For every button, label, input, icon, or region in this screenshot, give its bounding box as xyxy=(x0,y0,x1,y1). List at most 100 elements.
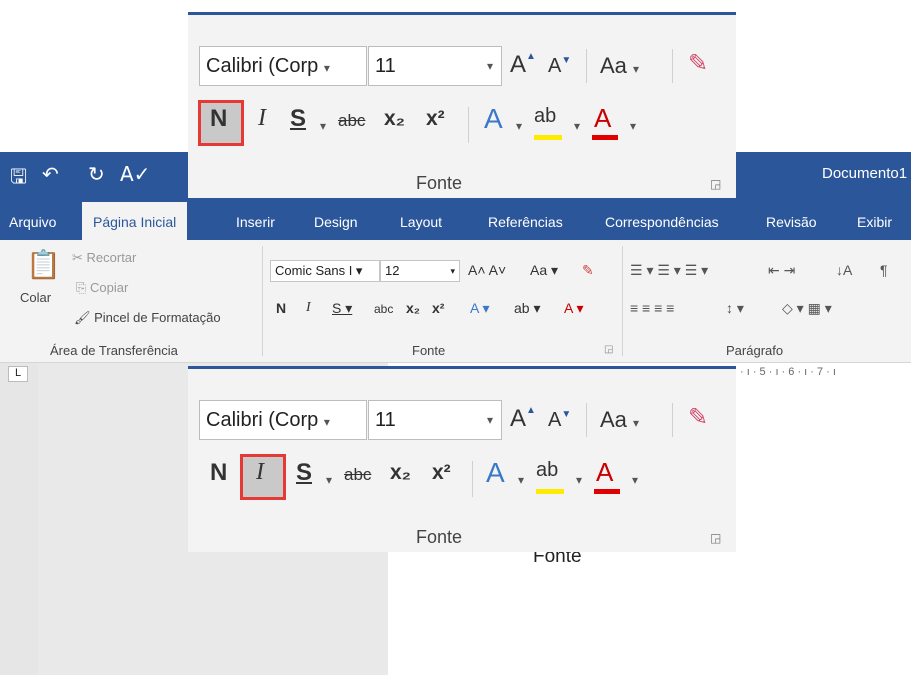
spelling-icon[interactable]: A✓ xyxy=(120,162,150,186)
copy-button[interactable]: ⎘ Copiar xyxy=(76,280,128,296)
chevron-down-icon[interactable]: ▾ xyxy=(632,473,638,487)
bullets-icon[interactable]: ☰ ▾ ☰ ▾ ☰ ▾ xyxy=(630,262,708,279)
bold-button[interactable]: N xyxy=(210,105,227,133)
tab-layout[interactable]: Layout xyxy=(400,214,442,230)
shrink-font-icon[interactable]: A▼ xyxy=(548,55,571,78)
change-case-button[interactable]: Aa ▾ xyxy=(530,262,558,279)
font-color-bar xyxy=(592,135,618,140)
divider xyxy=(468,107,469,143)
tab-pagina-inicial[interactable]: Página Inicial xyxy=(82,202,188,240)
chevron-down-icon[interactable]: ▾ xyxy=(574,119,580,133)
line-spacing-icon[interactable]: ↕ ▾ xyxy=(726,300,744,317)
highlight-color-bar xyxy=(536,489,564,494)
chevron-down-icon[interactable]: ▾ xyxy=(630,119,636,133)
superscript-button[interactable]: x² xyxy=(432,300,444,316)
underline-button[interactable]: S xyxy=(296,459,312,487)
font-size-box[interactable]: 11 ▾ xyxy=(368,400,502,440)
font-dialog-launcher-icon[interactable]: ◲ xyxy=(710,177,721,191)
chevron-down-icon[interactable]: ▾ xyxy=(320,119,326,133)
font-name-box[interactable]: Calibri (Corp ▾ xyxy=(199,400,367,440)
paragraph-group-label: Parágrafo xyxy=(726,343,784,358)
paste-icon[interactable]: 📋 xyxy=(26,248,61,281)
tab-selector-icon[interactable]: L xyxy=(8,366,28,382)
italic-button[interactable]: I xyxy=(256,459,264,486)
font-size-box[interactable]: 12 ▾ xyxy=(380,260,460,282)
chevron-down-icon[interactable]: ▾ xyxy=(516,119,522,133)
clear-formatting-icon[interactable]: ✎ xyxy=(688,49,708,78)
strikethrough-button[interactable]: abc xyxy=(344,465,371,485)
clear-formatting-icon[interactable]: ✎ xyxy=(688,403,708,432)
pilcrow-icon[interactable]: ¶ xyxy=(880,262,888,278)
underline-button[interactable]: S ▾ xyxy=(332,300,352,317)
shrink-font-icon[interactable]: A▼ xyxy=(548,409,571,432)
clipboard-group-label: Área de Transferência xyxy=(50,343,178,358)
highlight-color-icon[interactable]: ab xyxy=(534,105,556,128)
font-color-icon[interactable]: A xyxy=(594,103,611,134)
tab-inserir[interactable]: Inserir xyxy=(236,214,275,230)
change-case-button[interactable]: Aa ▾ xyxy=(600,407,639,433)
underline-button[interactable]: S xyxy=(290,105,306,133)
font-size-box[interactable]: 11 ▾ xyxy=(368,46,502,86)
subscript-button[interactable]: x₂ xyxy=(406,300,420,316)
subscript-button[interactable]: x₂ xyxy=(384,107,405,131)
zoom-panel-italic: Calibri (Corp ▾ 11 ▾ A▲ A▼ Aa ▾ ✎ N I S ▾… xyxy=(188,366,736,552)
undo-icon[interactable]: ↶ xyxy=(42,162,59,186)
chevron-down-icon[interactable]: ▾ xyxy=(576,473,582,487)
font-dialog-launcher-icon[interactable]: ◲ xyxy=(710,531,721,545)
ribbon-tabs: Arquivo Página Inicial Inserir Design La… xyxy=(0,198,911,240)
text-effects-icon[interactable]: A xyxy=(484,103,503,135)
shading-icon[interactable]: ◇ ▾ ▦ ▾ xyxy=(782,300,832,317)
tab-referencias[interactable]: Referências xyxy=(488,214,563,230)
redo-icon[interactable]: ↻ xyxy=(88,162,105,186)
format-painter-button[interactable]: 🖌 Pincel de Formatação xyxy=(74,310,221,326)
tab-exibir[interactable]: Exibir xyxy=(857,214,892,230)
tab-correspondencias[interactable]: Correspondências xyxy=(605,214,719,230)
clear-formatting-icon[interactable]: ✎ xyxy=(582,262,594,279)
tab-arquivo[interactable]: Arquivo xyxy=(9,214,56,230)
subscript-button[interactable]: x₂ xyxy=(390,461,411,485)
bold-button[interactable]: N xyxy=(276,300,286,316)
cut-label: Recortar xyxy=(86,250,137,265)
save-icon[interactable]: 🖫 xyxy=(10,162,27,196)
italic-button[interactable]: I xyxy=(306,300,311,316)
font-color-icon[interactable]: A ▾ xyxy=(564,300,583,317)
grow-font-icon[interactable]: A▲ xyxy=(510,51,536,79)
divider xyxy=(672,49,673,83)
bold-button[interactable]: N xyxy=(210,459,227,487)
horizontal-ruler: · ı · 5 · ı · 6 · ı · 7 · ı xyxy=(740,363,911,383)
align-icon[interactable]: ≡ ≡ ≡ ≡ xyxy=(630,300,674,316)
font-size-value: 11 xyxy=(375,409,396,431)
zoom-panel-bold: Calibri (Corp ▾ 11 ▾ A▲ A▼ Aa ▾ ✎ N I S ▾… xyxy=(188,12,736,198)
highlight-color-icon[interactable]: ab ▾ xyxy=(514,300,541,317)
font-size-value: 11 xyxy=(375,55,396,77)
grow-font-icon[interactable]: A▲ xyxy=(510,405,536,433)
font-color-bar xyxy=(594,489,620,494)
highlight-color-icon[interactable]: ab xyxy=(536,459,558,482)
text-effects-icon[interactable]: A xyxy=(486,457,505,489)
text-effects-icon[interactable]: A ▾ xyxy=(470,300,489,317)
change-case-button[interactable]: Aa ▾ xyxy=(600,53,639,79)
font-name-box[interactable]: Calibri (Corp ▾ xyxy=(199,46,367,86)
window-title: Documento1 xyxy=(822,165,908,182)
superscript-button[interactable]: x² xyxy=(426,107,445,131)
tab-revisao[interactable]: Revisão xyxy=(766,214,817,230)
font-name-value: Calibri (Corp xyxy=(206,409,319,431)
superscript-button[interactable]: x² xyxy=(432,461,451,485)
font-group-label: Fonte xyxy=(416,527,463,547)
grow-font-icon[interactable]: A˄ A˅ xyxy=(468,262,506,278)
paste-button[interactable]: Colar xyxy=(20,290,51,305)
strikethrough-button[interactable]: abc xyxy=(374,302,393,316)
font-dialog-launcher-icon[interactable]: ◲ xyxy=(604,344,613,355)
chevron-down-icon[interactable]: ▾ xyxy=(326,473,332,487)
divider xyxy=(586,49,587,83)
strikethrough-button[interactable]: abc xyxy=(338,111,365,131)
sort-icon[interactable]: ↓A xyxy=(836,262,852,278)
highlight-color-bar xyxy=(534,135,562,140)
cut-button[interactable]: ✂ Recortar xyxy=(72,250,136,266)
indent-icon[interactable]: ⇤ ⇥ xyxy=(768,262,795,279)
font-color-icon[interactable]: A xyxy=(596,457,613,488)
italic-button[interactable]: I xyxy=(258,105,266,132)
font-name-box[interactable]: Comic Sans I ▾ xyxy=(270,260,380,282)
chevron-down-icon[interactable]: ▾ xyxy=(518,473,524,487)
tab-design[interactable]: Design xyxy=(314,214,358,230)
